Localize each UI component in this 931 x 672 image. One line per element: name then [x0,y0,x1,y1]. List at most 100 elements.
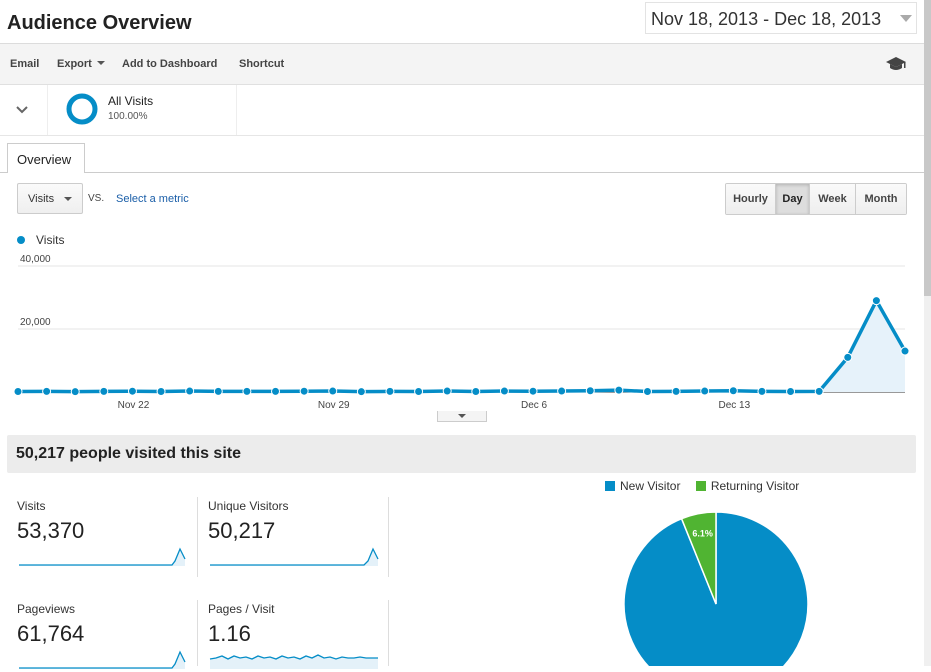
report-toolbar: Email Export Add to Dashboard Shortcut [0,43,931,85]
pages-per-visit-sparkline [209,654,378,669]
visits-point[interactable] [13,387,23,397]
visits-point[interactable] [414,387,424,397]
unique-visitors-sparkline [210,547,379,566]
visits-point[interactable] [70,387,80,397]
metric-label: Pageviews [17,602,76,616]
pageviews-sparkline [19,650,186,669]
visitor-type-pie: 6.1% [623,511,809,666]
visits-point[interactable] [42,386,52,396]
export-button[interactable]: Export [57,58,105,70]
new-visitor-swatch [605,481,615,491]
summary-headline: 50,217 people visited this site [16,445,241,462]
tab-overview[interactable]: Overview [7,143,85,173]
visits-area [18,300,905,392]
page-title: Audience Overview [7,12,192,34]
visits-sparkline [19,547,186,566]
week-button[interactable]: Week [810,184,856,214]
add-to-dashboard-button[interactable]: Add to Dashboard [122,58,217,70]
visits-point[interactable] [786,387,796,397]
graduation-cap-icon[interactable] [885,55,907,73]
vs-label: VS. [88,193,105,204]
visits-point[interactable] [471,387,481,397]
metric-value: 1.16 [208,621,251,646]
visits-chart: 40,000 20,000 Nov 22 Nov 29 Dec 6 Dec 13 [13,255,910,411]
chart-collapse-toggle[interactable] [437,411,487,422]
date-range-picker[interactable]: Nov 18, 2013 - Dec 18, 2013 [645,2,917,34]
visits-point[interactable] [642,387,652,397]
y-tick-label: 20,000 [20,317,51,328]
visits-point[interactable] [385,386,395,396]
hourly-button[interactable]: Hourly [726,184,776,214]
chevron-down-icon [458,414,466,418]
visits-point[interactable] [814,386,824,396]
visits-point[interactable] [900,346,910,356]
x-tick-label: Dec 13 [718,400,750,411]
visits-point[interactable] [728,386,738,396]
x-tick-label: Nov 29 [318,400,350,411]
pie-legend: New Visitor Returning Visitor [605,479,799,493]
visits-point[interactable] [557,386,567,396]
tab-divider [0,172,931,173]
segment-percent: 100.00% [108,111,148,122]
visits-point[interactable] [871,296,881,306]
visits-point[interactable] [757,386,767,396]
visits-point[interactable] [99,386,109,396]
chevron-down-icon [64,197,72,201]
tile-divider [388,600,389,666]
new-visitor-legend[interactable]: New Visitor [620,479,680,493]
visits-point[interactable] [185,386,195,396]
segment-collapse-button[interactable] [0,85,48,135]
visits-point[interactable] [499,386,509,396]
x-tick-label: Dec 6 [521,400,548,411]
chevron-down-icon [16,106,28,114]
visits-point[interactable] [242,386,252,396]
visits-point[interactable] [356,387,366,397]
pie-slice-label: 6.1% [692,529,713,539]
granularity-buttons: Hourly Day Week Month [725,183,907,215]
visits-point[interactable] [127,386,137,396]
visits-point[interactable] [213,386,223,396]
metric-select-value: Visits [28,193,55,205]
visits-point[interactable] [442,386,452,396]
visits-legend-label[interactable]: Visits [36,233,64,247]
visits-point[interactable] [700,386,710,396]
shortcut-button[interactable]: Shortcut [239,58,284,70]
returning-visitor-swatch [695,481,706,491]
email-button[interactable]: Email [10,58,39,70]
date-range-text: Nov 18, 2013 - Dec 18, 2013 [651,9,882,29]
chevron-down-icon [96,61,105,65]
metric-value: 61,764 [17,621,85,646]
tile-divider [197,497,198,577]
visits-point[interactable] [528,386,538,396]
metric-select[interactable]: Visits [17,183,83,214]
segment-donut-icon [66,93,98,125]
metric-label: Pages / Visit [208,602,275,616]
segment-row: All Visits 100.00% [0,85,931,136]
segment-label: All Visits [108,94,154,108]
visits-point[interactable] [843,352,853,362]
scrollbar-thumb[interactable] [924,0,931,296]
month-button[interactable]: Month [856,184,906,214]
segment-all-visits[interactable]: All Visits 100.00% [48,85,237,135]
visits-point[interactable] [156,387,166,397]
visits-point[interactable] [328,386,338,396]
metric-label: Visits [17,499,46,513]
visits-legend-swatch [17,236,25,244]
visits-point[interactable] [271,386,281,396]
y-tick-label: 40,000 [20,255,51,265]
returning-visitor-legend[interactable]: Returning Visitor [711,479,800,493]
visits-point[interactable] [585,386,595,396]
day-button[interactable]: Day [776,184,810,214]
visits-point[interactable] [299,386,309,396]
tile-divider [388,497,389,577]
metric-value: 50,217 [208,518,276,543]
visits-point[interactable] [614,385,624,395]
chevron-down-icon [900,15,912,22]
x-tick-label: Nov 22 [118,400,150,411]
select-metric-link[interactable]: Select a metric [116,193,189,205]
tile-divider [197,600,198,666]
visits-line [17,298,907,394]
visits-point[interactable] [671,386,681,396]
export-label: Export [57,58,92,70]
metric-value: 53,370 [17,518,85,543]
